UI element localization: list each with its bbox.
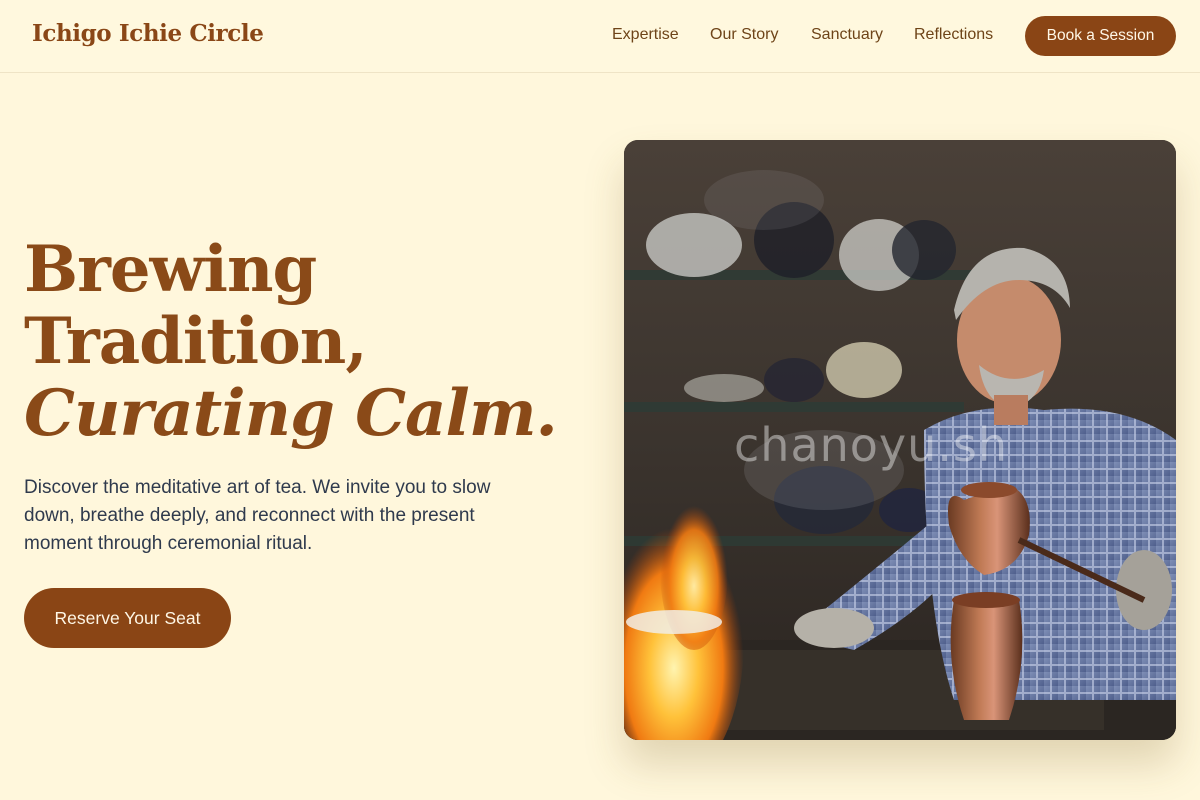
reserve-seat-button[interactable]: Reserve Your Seat: [24, 588, 231, 648]
book-session-button[interactable]: Book a Session: [1025, 16, 1176, 56]
headline-line-3: Curating Calm.: [24, 376, 558, 451]
nav-link-sanctuary[interactable]: Sanctuary: [811, 26, 883, 44]
nav-link-our-story[interactable]: Our Story: [710, 26, 778, 44]
headline-line-2: Tradition,: [24, 304, 368, 379]
brand-logo-text[interactable]: Ichigo Ichie Circle: [32, 20, 264, 47]
hero-image-tea-master: chanoyu.sh: [624, 140, 1176, 740]
top-navigation-bar: Ichigo Ichie Circle Expertise Our Story …: [0, 0, 1200, 73]
headline-line-1: Brewing: [24, 232, 317, 307]
nav-link-expertise[interactable]: Expertise: [612, 26, 679, 44]
hero-description: Discover the meditative art of tea. We i…: [24, 477, 491, 554]
hero-headline: Brewing Tradition, Curating Calm.: [24, 234, 584, 450]
nav-link-reflections[interactable]: Reflections: [914, 26, 993, 44]
image-watermark: chanoyu.sh: [734, 418, 1009, 472]
